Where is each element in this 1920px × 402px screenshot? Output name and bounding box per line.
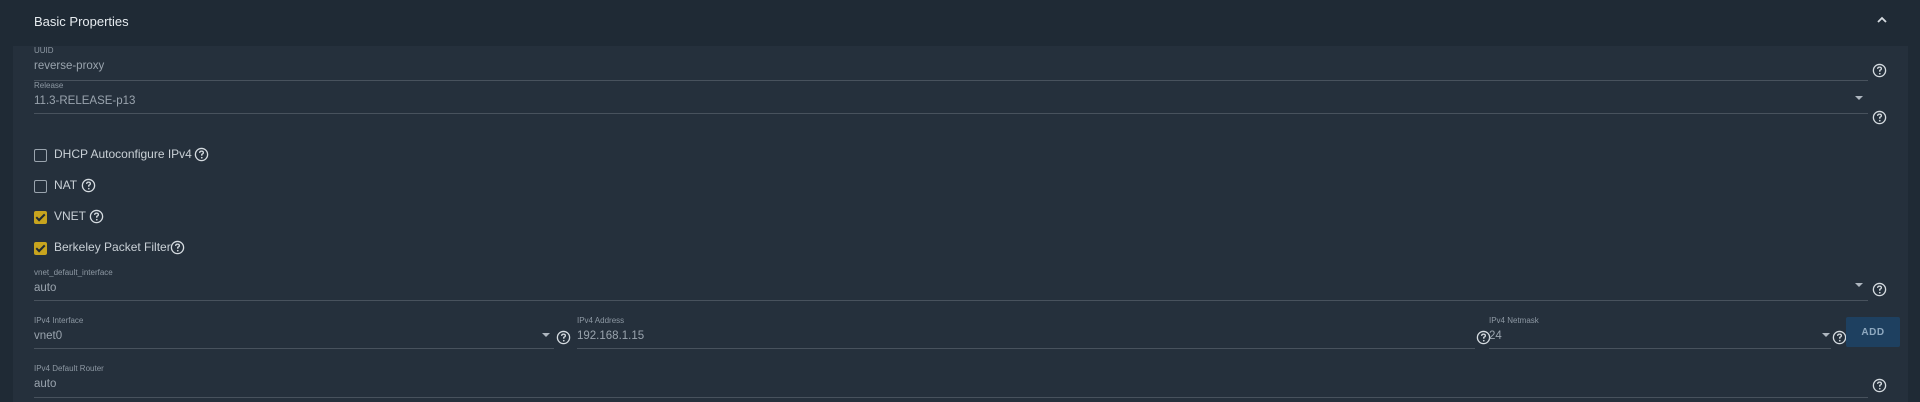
- help-icon[interactable]: [1872, 63, 1887, 78]
- checkbox[interactable]: [34, 242, 47, 255]
- chevron-up-icon[interactable]: [1874, 12, 1890, 28]
- ipv4-default-router-input[interactable]: IPv4 Default Router auto: [34, 364, 1868, 398]
- help-icon[interactable]: [194, 147, 209, 162]
- uuid-field[interactable]: UUID reverse-proxy: [34, 46, 1868, 81]
- release-value[interactable]: 11.3-RELEASE-p13: [34, 95, 135, 107]
- ipv4-interface-select[interactable]: IPv4 Interface vnet0: [34, 316, 554, 349]
- vnet-default-interface-label: vnet_default_interface: [34, 268, 113, 277]
- checkbox-label: Berkeley Packet Filter: [54, 240, 171, 254]
- ipv4-address-input[interactable]: IPv4 Address 192.168.1.15: [577, 316, 1475, 349]
- ipv4-default-router-underline: [34, 397, 1868, 398]
- release-label: Release: [34, 81, 64, 90]
- dropdown-arrow-icon[interactable]: [542, 333, 550, 337]
- checkbox-label: VNET: [54, 209, 87, 223]
- ipv4-interface-label: IPv4 Interface: [34, 316, 84, 325]
- help-icon[interactable]: [1832, 330, 1847, 345]
- release-select[interactable]: Release 11.3-RELEASE-p13: [34, 81, 1868, 114]
- uuid-value[interactable]: reverse-proxy: [34, 60, 104, 72]
- checkbox[interactable]: [34, 211, 47, 224]
- vnet-default-interface-value[interactable]: auto: [34, 282, 56, 294]
- checkbox[interactable]: [34, 180, 47, 193]
- dropdown-arrow-icon[interactable]: [1822, 333, 1830, 337]
- ipv4-netmask-label: IPv4 Netmask: [1489, 316, 1539, 325]
- release-underline: [34, 113, 1868, 114]
- ipv4-netmask-select[interactable]: IPv4 Netmask 24: [1489, 316, 1831, 349]
- help-icon[interactable]: [89, 209, 104, 224]
- vnet-default-interface-underline: [34, 300, 1868, 301]
- uuid-label: UUID: [34, 46, 54, 55]
- ipv4-netmask-value[interactable]: 24: [1489, 330, 1502, 342]
- ipv4-netmask-underline: [1489, 348, 1831, 349]
- ipv4-address-value[interactable]: 192.168.1.15: [577, 330, 644, 342]
- ipv4-address-underline: [577, 348, 1475, 349]
- basic-properties-panel: UUID reverse-proxy Release 11.3-RELEASE-…: [13, 46, 1908, 402]
- dropdown-arrow-icon[interactable]: [1855, 96, 1863, 100]
- checkbox[interactable]: [34, 149, 47, 162]
- ipv4-interface-underline: [34, 348, 554, 349]
- help-icon[interactable]: [1872, 282, 1887, 297]
- ipv4-default-router-value[interactable]: auto: [34, 378, 56, 390]
- ipv4-default-router-label: IPv4 Default Router: [34, 364, 104, 373]
- ipv4-address-label: IPv4 Address: [577, 316, 625, 325]
- checkbox-label: NAT: [54, 178, 78, 192]
- section-title: Basic Properties: [34, 14, 129, 29]
- ipv4-interface-value[interactable]: vnet0: [34, 330, 62, 342]
- help-icon[interactable]: [556, 330, 571, 345]
- help-icon[interactable]: [81, 178, 96, 193]
- help-icon[interactable]: [1872, 110, 1887, 125]
- section-header[interactable]: Basic Properties: [0, 0, 1920, 44]
- checkbox-label: DHCP Autoconfigure IPv4: [54, 147, 192, 161]
- vnet-default-interface-select[interactable]: vnet_default_interface auto: [34, 268, 1868, 301]
- help-icon[interactable]: [1872, 378, 1887, 393]
- add-button[interactable]: ADD: [1846, 317, 1900, 347]
- help-icon[interactable]: [170, 240, 185, 255]
- dropdown-arrow-icon[interactable]: [1855, 283, 1863, 287]
